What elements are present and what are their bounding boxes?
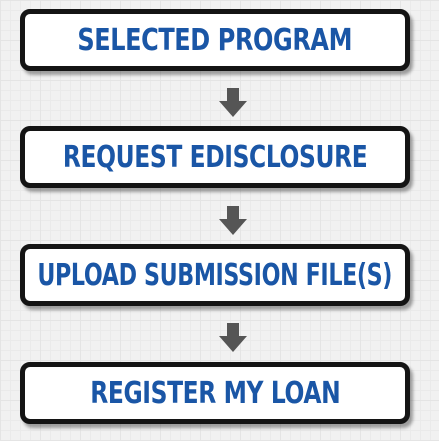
step-label: SELECTED PROGRAM bbox=[77, 22, 353, 58]
process-flowchart: SELECTED PROGRAM REQUEST EDISCLOSURE UPL… bbox=[0, 0, 439, 441]
arrow-down-icon bbox=[219, 323, 247, 353]
step-label: REQUEST EDISCLOSURE bbox=[62, 139, 368, 175]
step-selected-program[interactable]: SELECTED PROGRAM bbox=[20, 9, 410, 71]
step-upload-submission-files[interactable]: UPLOAD SUBMISSION FILE(S) bbox=[20, 244, 410, 306]
step-label: REGISTER MY LOAN bbox=[89, 375, 341, 411]
arrow-down-icon bbox=[219, 206, 247, 236]
arrow-down-icon bbox=[219, 88, 247, 118]
step-register-my-loan[interactable]: REGISTER MY LOAN bbox=[20, 362, 410, 424]
step-label: UPLOAD SUBMISSION FILE(S) bbox=[37, 257, 393, 293]
step-request-edisclosure[interactable]: REQUEST EDISCLOSURE bbox=[20, 126, 410, 188]
